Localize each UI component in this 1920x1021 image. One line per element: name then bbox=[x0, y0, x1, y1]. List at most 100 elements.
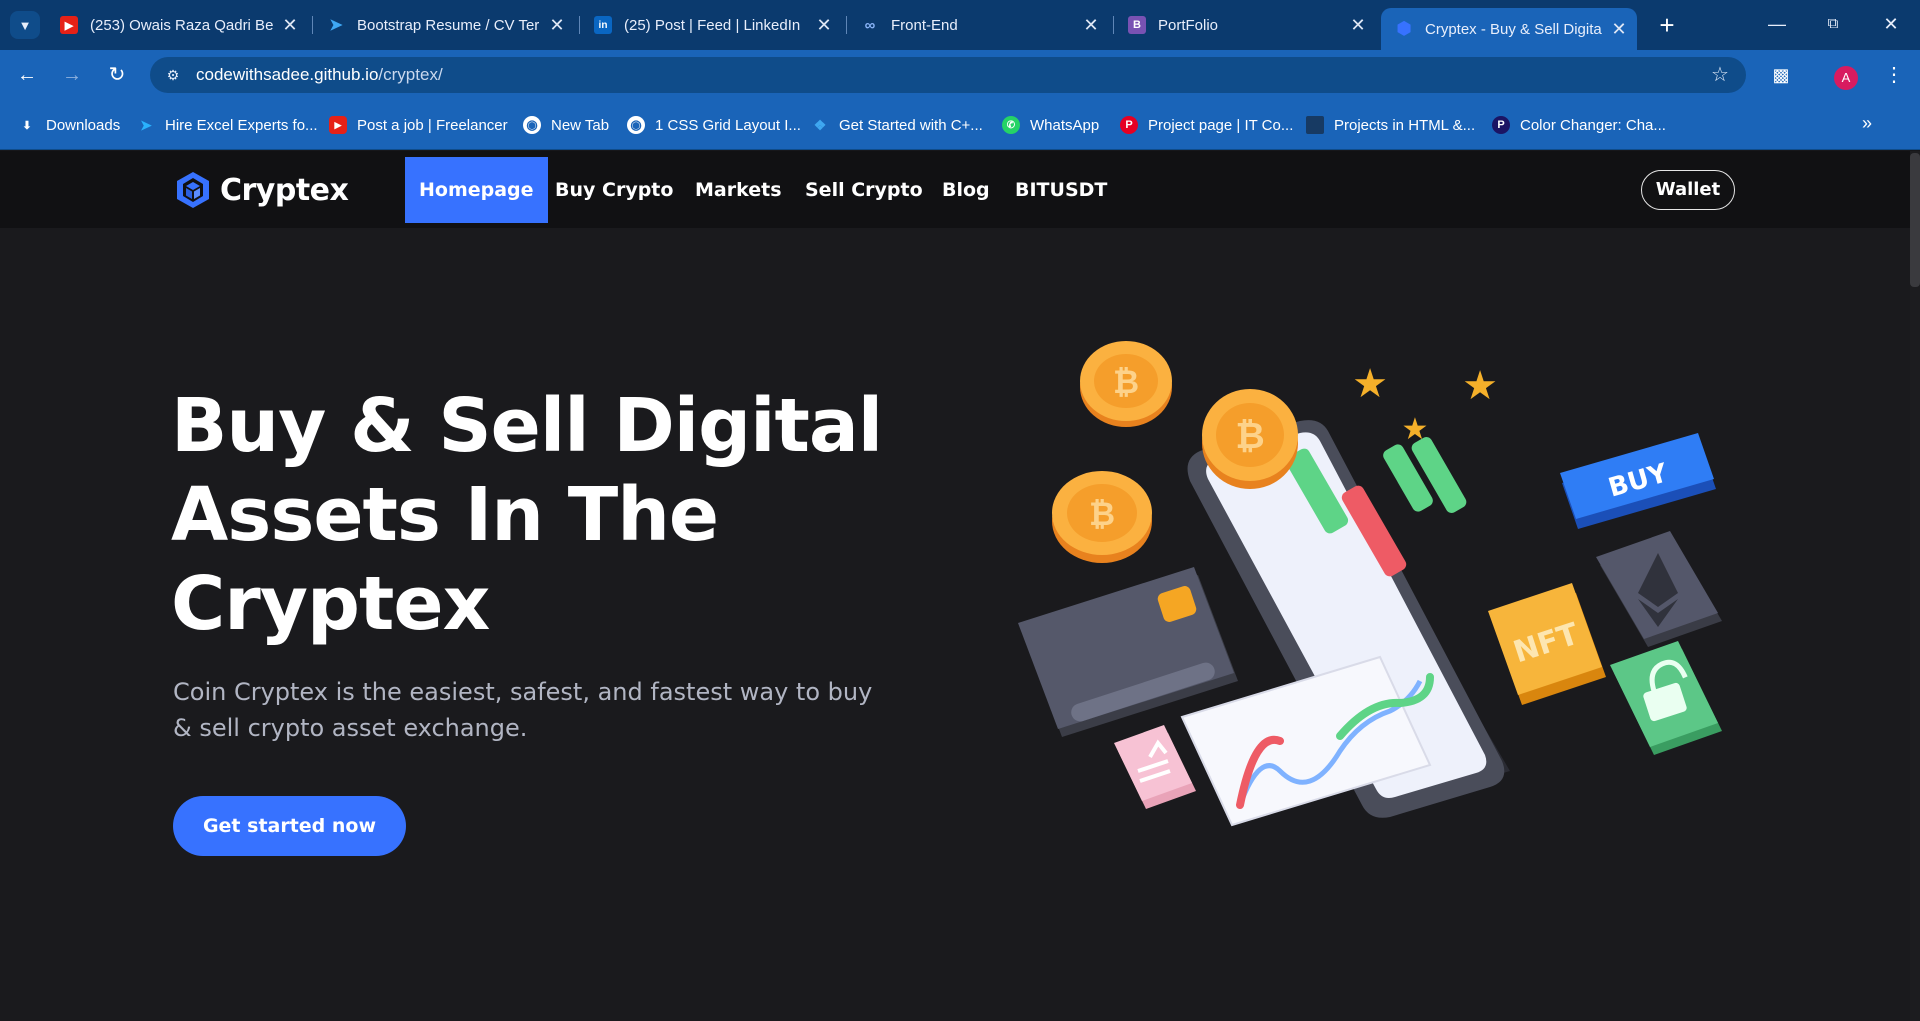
tab-title: Bootstrap Resume / CV Ter bbox=[357, 16, 540, 34]
bookmark-label: Downloads bbox=[46, 116, 121, 134]
star-icon: ★ bbox=[1352, 362, 1388, 406]
bookmark-item[interactable]: ⬇ Downloads bbox=[18, 113, 120, 137]
freelancer-icon: ➤ bbox=[140, 116, 152, 133]
site-info-icon[interactable]: ⚙ bbox=[162, 64, 184, 86]
bookmark-item[interactable]: P Project page | IT Co... bbox=[1120, 113, 1293, 137]
frontend-icon: ∞ bbox=[864, 16, 876, 34]
close-icon[interactable]: ✕ bbox=[278, 15, 302, 36]
browser-tab[interactable]: ∞ Front-End ✕ bbox=[847, 8, 1109, 42]
hero-title-line: Assets In The bbox=[171, 472, 719, 558]
bookmark-item[interactable]: ▶ Post a job | Freelancer bbox=[329, 113, 508, 137]
tab-search-button[interactable]: ▼ bbox=[10, 11, 40, 39]
wallet-button[interactable]: Wallet bbox=[1641, 170, 1735, 210]
restore-button[interactable]: ⧉ bbox=[1810, 8, 1856, 40]
bookmarks-overflow-icon[interactable]: » bbox=[1862, 113, 1872, 134]
tab-title: PortFolio bbox=[1158, 16, 1219, 34]
browser-tab[interactable]: B PortFolio ✕ bbox=[1114, 8, 1376, 42]
browser-tab-active[interactable]: ⬢ Cryptex - Buy & Sell Digita ✕ bbox=[1381, 8, 1637, 50]
close-icon[interactable]: ✕ bbox=[1346, 15, 1370, 36]
arrow-right-icon: → bbox=[62, 64, 82, 86]
cryptex-icon: ⬢ bbox=[1396, 19, 1412, 38]
hero-subtitle: Coin Cryptex is the easiest, safest, and… bbox=[173, 678, 873, 742]
brand-name: Cryptex bbox=[220, 172, 349, 208]
svg-text:★: ★ bbox=[1352, 362, 1388, 406]
svg-text:★: ★ bbox=[1402, 413, 1429, 446]
globe-icon: ◉ bbox=[523, 116, 541, 134]
bookmark-item[interactable]: P Color Changer: Cha... bbox=[1492, 113, 1666, 137]
profile-avatar[interactable]: A bbox=[1834, 66, 1858, 90]
close-icon[interactable]: ✕ bbox=[1607, 19, 1631, 40]
chevron-down-icon: ▼ bbox=[18, 17, 32, 33]
star-icon: ★ bbox=[1462, 364, 1498, 408]
window-close-button[interactable]: ✕ bbox=[1868, 8, 1914, 40]
menu-icon[interactable]: ⋮ bbox=[1878, 59, 1910, 91]
bookmark-item[interactable]: ➤ Hire Excel Experts fo... bbox=[137, 113, 317, 137]
close-icon[interactable]: ✕ bbox=[1079, 15, 1103, 36]
browser-tab-strip: ▼ ▶ (253) Owais Raza Qadri Be ✕ ➤ Bootst… bbox=[0, 0, 1920, 50]
cube-logo-icon bbox=[177, 172, 209, 208]
globe-icon: ◉ bbox=[627, 116, 645, 134]
tab-title: Cryptex - Buy & Sell Digita bbox=[1425, 20, 1602, 38]
forward-button[interactable]: → bbox=[56, 59, 88, 91]
nav-homepage[interactable]: Homepage bbox=[405, 157, 548, 223]
bookmark-item[interactable]: ◉ 1 CSS Grid Layout I... bbox=[627, 113, 801, 137]
close-icon[interactable]: ✕ bbox=[545, 15, 569, 36]
p-logo-icon: P bbox=[1492, 116, 1510, 134]
get-started-button[interactable]: Get started now bbox=[173, 796, 406, 856]
scrollbar-thumb[interactable] bbox=[1910, 153, 1920, 287]
close-icon[interactable]: ✕ bbox=[812, 15, 836, 36]
bookmark-label: Post a job | Freelancer bbox=[357, 116, 508, 134]
hero-title-line: Buy & Sell Digital bbox=[171, 383, 883, 469]
minimize-button[interactable]: — bbox=[1754, 8, 1800, 40]
hero-title-line: Cryptex bbox=[171, 561, 490, 647]
browser-tab[interactable]: ▶ (253) Owais Raza Qadri Be ✕ bbox=[46, 8, 308, 42]
whatsapp-icon: ✆ bbox=[1002, 116, 1020, 134]
tab-title: (253) Owais Raza Qadri Be bbox=[90, 16, 274, 34]
bookmark-label: New Tab bbox=[551, 116, 610, 134]
new-tab-button[interactable]: + bbox=[1652, 10, 1682, 40]
nav-bitusdt[interactable]: BITUSDT bbox=[1001, 157, 1121, 223]
nav-sell-crypto[interactable]: Sell Crypto bbox=[791, 157, 937, 223]
bitcoin-coin-icon: ₿ bbox=[1052, 471, 1152, 563]
svg-text:₿: ₿ bbox=[1089, 495, 1115, 533]
youtube-icon: ▶ bbox=[329, 116, 347, 134]
bitcoin-coin-icon: ₿ bbox=[1202, 389, 1298, 489]
browser-tab[interactable]: ➤ Bootstrap Resume / CV Ter ✕ bbox=[313, 8, 575, 42]
tab-title: (25) Post | Feed | LinkedIn bbox=[624, 16, 801, 34]
url-text[interactable]: codewithsadee.github.io/cryptex/ bbox=[196, 57, 443, 93]
bookmark-label: Project page | IT Co... bbox=[1148, 116, 1294, 134]
bookmarks-bar: ⬇ Downloads ➤ Hire Excel Experts fo... ▶ Po… bbox=[0, 100, 1920, 150]
bookmark-label: WhatsApp bbox=[1030, 116, 1100, 134]
nft-badge-illustration: NFT bbox=[1488, 583, 1606, 705]
site-logo[interactable]: Cryptex bbox=[176, 171, 349, 209]
hero-illustration: ₿ ₿ ₿ ★ ★ ★ BUY NFT bbox=[1018, 341, 1722, 827]
back-button[interactable]: ← bbox=[11, 59, 43, 91]
bitcoin-coin-icon: ₿ bbox=[1080, 341, 1172, 427]
bookmark-item[interactable]: Projects in HTML &... bbox=[1306, 113, 1475, 137]
bookmark-item[interactable]: ◉ New Tab bbox=[523, 113, 609, 137]
browser-tab[interactable]: in (25) Post | Feed | LinkedIn ✕ bbox=[580, 8, 842, 42]
nav-blog[interactable]: Blog bbox=[928, 157, 1004, 223]
download-icon: ⬇ bbox=[22, 119, 32, 132]
extensions-icon[interactable]: ▩ bbox=[1765, 59, 1797, 91]
bootstrapmade-icon: ➤ bbox=[329, 17, 343, 34]
lock-icon bbox=[1610, 641, 1722, 755]
address-bar[interactable]: ⚙ codewithsadee.github.io/cryptex/ ☆ bbox=[150, 57, 1746, 93]
bookmark-star-icon[interactable]: ☆ bbox=[1708, 63, 1732, 87]
bookmark-label: 1 CSS Grid Layout I... bbox=[655, 116, 801, 134]
ethereum-icon bbox=[1596, 531, 1722, 647]
star-icon: ★ bbox=[1402, 413, 1429, 446]
youtube-icon: ▶ bbox=[60, 16, 78, 34]
svg-text:₿: ₿ bbox=[1113, 363, 1139, 401]
hero-title: Buy & Sell Digital Assets In The Cryptex bbox=[171, 382, 931, 649]
nav-markets[interactable]: Markets bbox=[681, 157, 796, 223]
nav-buy-crypto[interactable]: Buy Crypto bbox=[541, 157, 687, 223]
page-content: Cryptex Homepage Buy Crypto Markets Sell… bbox=[0, 151, 1920, 1021]
buy-badge-illustration: BUY bbox=[1560, 433, 1716, 529]
bookmark-item[interactable]: ❖ Get Started with C+... bbox=[811, 113, 983, 137]
url-path: /cryptex/ bbox=[378, 65, 443, 84]
reload-button[interactable]: ↻ bbox=[101, 59, 133, 91]
bookmark-label: Color Changer: Cha... bbox=[1520, 116, 1666, 134]
bookmark-item[interactable]: ✆ WhatsApp bbox=[1002, 113, 1099, 137]
bank-icon bbox=[1114, 725, 1196, 809]
